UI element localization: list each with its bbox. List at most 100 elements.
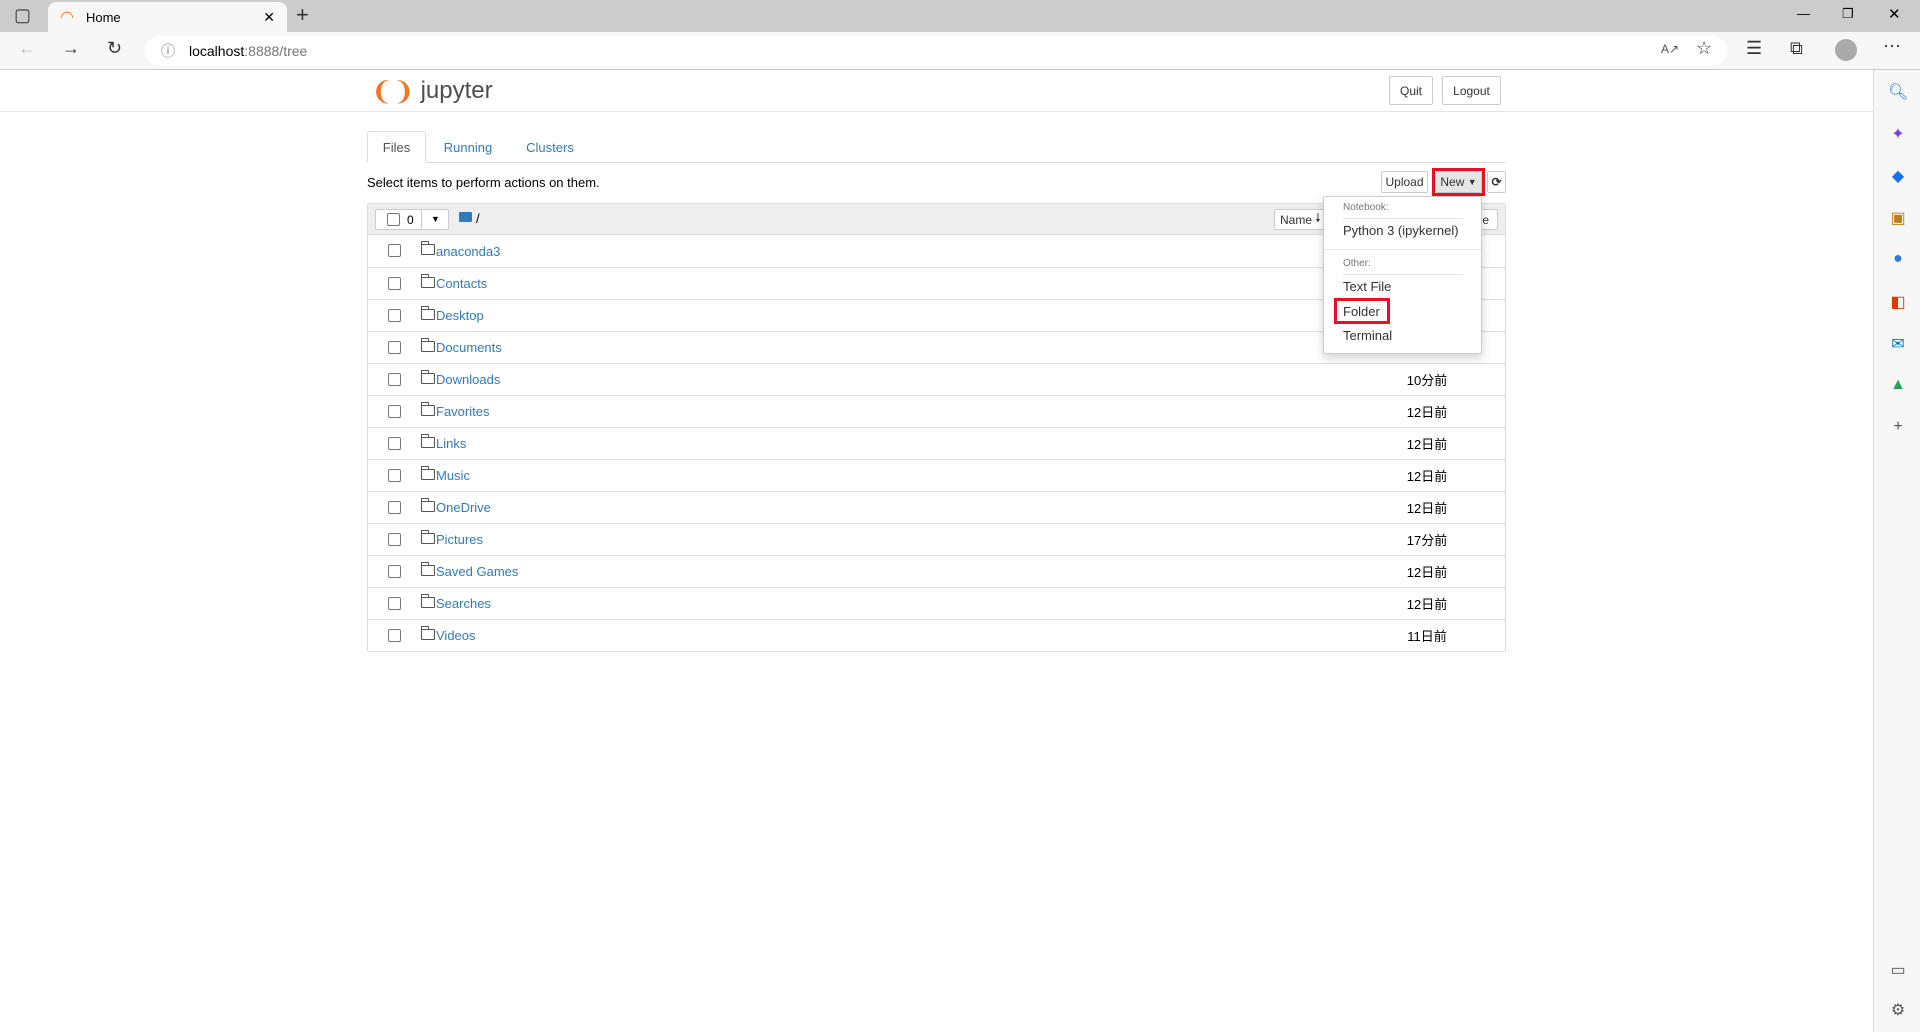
office-icon[interactable]: ◧ [1888,292,1908,312]
outlook-icon[interactable]: ✉ [1888,334,1908,354]
tree-icon[interactable]: ▲ [1888,376,1908,394]
shopping-icon[interactable]: ◆ [1888,166,1908,186]
more-icon[interactable]: ⋯ [1883,36,1901,57]
menu-item-text-file[interactable]: Text File [1343,279,1391,294]
url-host: localhost [189,43,245,59]
file-name-link[interactable]: Videos [436,628,476,643]
modified-time: 17分前 [1406,533,1448,548]
add-icon[interactable]: + [1888,418,1908,436]
favorites-icon[interactable]: ☰ [1746,38,1762,59]
highlight-new [1432,168,1485,196]
name-label: Name [1280,212,1313,227]
restore-icon[interactable]: ❐ [1842,6,1854,22]
address-bar[interactable]: ⓘ localhost:8888/tree [145,36,1727,66]
row-checkbox[interactable] [388,437,401,450]
back-icon[interactable]: ← [18,38,36,59]
search-icon[interactable]: 🔍︎ [1888,82,1908,102]
file-name-link[interactable]: Documents [436,340,502,355]
sort-name-button[interactable]: Name 🠗 [1274,209,1326,230]
menu-divider [1343,218,1463,219]
tab-clusters[interactable]: Clusters [512,131,588,163]
table-row[interactable]: Pictures 17分前 [368,523,1505,555]
folder-icon [421,402,435,416]
row-checkbox[interactable] [388,597,401,610]
folder-icon [421,306,435,320]
row-checkbox[interactable] [388,565,401,578]
tab-running[interactable]: Running [432,131,504,163]
tools-icon[interactable]: ▣ [1888,208,1908,228]
quit-button[interactable]: Quit [1389,76,1433,105]
browser-tab-home[interactable]: ◠ Home ✕ [48,2,287,32]
collections-icon[interactable]: ⧉ [1790,38,1803,59]
profile-avatar[interactable] [1835,39,1857,61]
url-text: localhost:8888/tree [189,43,307,59]
menu-item-python3[interactable]: Python 3 (ipykernel) [1343,223,1459,238]
folder-icon [421,434,435,448]
row-checkbox[interactable] [388,309,401,322]
jupyter-logo[interactable]: ❨❩ jupyter [371,77,493,105]
table-row[interactable]: Searches 12日前 [368,587,1505,619]
close-window-icon[interactable]: ✕ [1888,5,1901,23]
table-row[interactable]: Videos 11日前 [368,619,1505,651]
info-icon[interactable]: ⓘ [161,41,175,61]
copilot-icon[interactable]: ✦ [1888,124,1908,144]
table-row[interactable]: Favorites 12日前 [368,395,1505,427]
folder-icon [421,498,435,512]
file-name-link[interactable]: Contacts [436,276,487,291]
refresh-button[interactable]: ⟳ [1487,171,1506,193]
row-checkbox[interactable] [388,277,401,290]
menu-item-terminal[interactable]: Terminal [1343,328,1392,343]
table-row[interactable]: Saved Games 12日前 [368,555,1505,587]
row-checkbox[interactable] [388,501,401,514]
menu-header-other: Other: [1343,258,1371,269]
sidebar-toggle-icon[interactable]: ▭ [1888,960,1908,980]
browser-tab-strip: ▢ ◠ Home ✕ + — ❐ ✕ [0,0,1920,32]
row-checkbox[interactable] [388,244,401,257]
games-icon[interactable]: ● [1888,250,1908,268]
file-name-link[interactable]: Saved Games [436,564,518,579]
file-name-link[interactable]: Pictures [436,532,483,547]
folder-icon [421,274,435,288]
table-row[interactable]: Music 12日前 [368,459,1505,491]
modified-time: 12日前 [1406,597,1448,612]
row-checkbox[interactable] [388,373,401,386]
minimize-icon[interactable]: — [1797,6,1810,21]
folder-root-icon[interactable] [459,212,472,222]
tab-files[interactable]: Files [367,131,426,163]
jupyter-logo-icon: ❨❩ [371,76,415,106]
table-row[interactable]: Downloads 10分前 [368,363,1505,395]
table-row[interactable]: Links 12日前 [368,427,1505,459]
file-name-link[interactable]: Desktop [436,308,484,323]
logout-button[interactable]: Logout [1442,76,1501,105]
folder-icon [421,530,435,544]
row-checkbox[interactable] [388,469,401,482]
row-checkbox[interactable] [388,533,401,546]
new-tab-icon[interactable]: + [296,2,309,28]
file-name-link[interactable]: Downloads [436,372,500,387]
forward-icon[interactable]: → [62,38,80,59]
tab-actions-icon[interactable]: ▢ [14,5,31,26]
upload-button[interactable]: Upload [1381,171,1428,193]
read-aloud-icon[interactable]: A↗ [1661,42,1679,56]
selected-count: 0 [407,213,414,227]
file-name-link[interactable]: Music [436,468,470,483]
select-dropdown-caret-icon[interactable]: ▼ [421,209,449,230]
favorite-add-icon[interactable]: ☆ [1696,38,1712,59]
row-checkbox[interactable] [388,405,401,418]
file-name-link[interactable]: OneDrive [436,500,491,515]
folder-icon [421,626,435,640]
breadcrumb-root[interactable]: / [476,211,480,226]
select-all-checkbox[interactable] [387,213,400,226]
highlight-folder [1334,298,1390,324]
reload-icon[interactable]: ↻ [107,38,122,59]
close-tab-icon[interactable]: ✕ [263,9,275,26]
file-name-link[interactable]: Searches [436,596,491,611]
table-row[interactable]: OneDrive 12日前 [368,491,1505,523]
file-name-link[interactable]: Favorites [436,404,489,419]
folder-icon [421,370,435,384]
row-checkbox[interactable] [388,629,401,642]
row-checkbox[interactable] [388,341,401,354]
settings-icon[interactable]: ⚙ [1888,1000,1908,1020]
file-name-link[interactable]: Links [436,436,466,451]
file-name-link[interactable]: anaconda3 [436,244,500,259]
